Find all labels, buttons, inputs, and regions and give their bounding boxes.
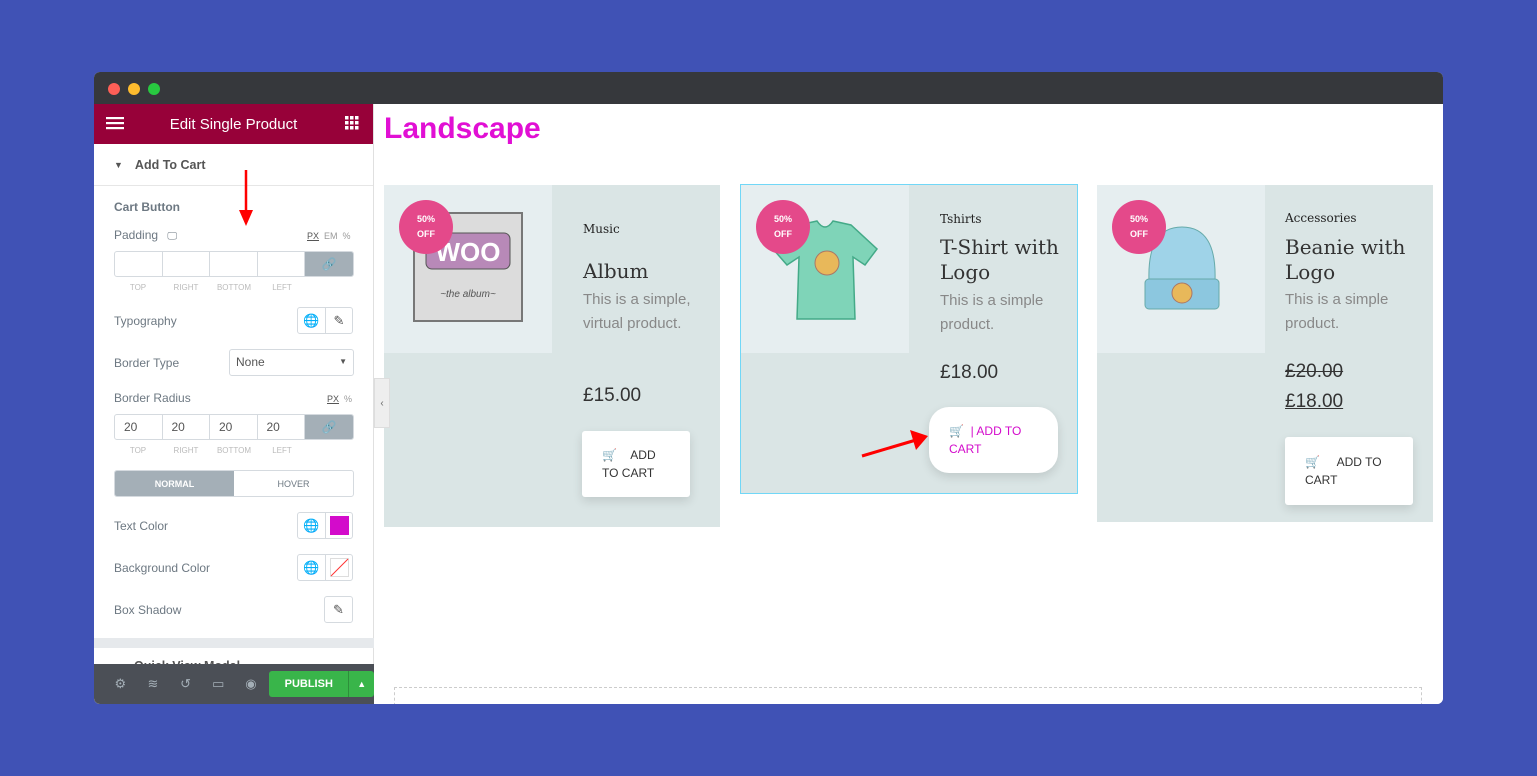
sidebar-header: Edit Single Product — [94, 104, 373, 144]
caret-down-icon: ▼ — [114, 159, 123, 170]
padding-right-input[interactable] — [163, 252, 210, 276]
close-dot[interactable] — [108, 83, 120, 95]
product-price: £15.00 — [583, 385, 642, 406]
chevron-down-icon: ▼ — [339, 357, 347, 366]
layers-icon[interactable]: ≋ — [137, 676, 170, 692]
sale-badge: 50% OFF — [1112, 200, 1166, 254]
link-values-icon[interactable]: 🔗 — [305, 415, 353, 439]
color-swatch[interactable] — [325, 513, 352, 538]
sale-badge: 50% OFF — [756, 200, 810, 254]
padding-labels: TOP RIGHT BOTTOM LEFT — [129, 283, 292, 292]
sale-badge: 50% OFF — [399, 200, 453, 254]
responsive-desktop-icon[interactable]: ▭ — [202, 676, 235, 692]
state-tabs: NORMAL HOVER — [114, 470, 354, 497]
product-description: This is a simple, virtual product. — [583, 291, 691, 332]
padding-left-input[interactable] — [258, 252, 305, 276]
globe-icon[interactable]: 🌐 — [298, 513, 325, 538]
background-color-label: Background Color — [114, 561, 211, 575]
pencil-edit-icon[interactable]: ✎ — [325, 308, 352, 333]
product-card: WOO ~the album~ 50% OFF Music Album This i… — [384, 185, 720, 527]
product-price: £18.00 — [940, 362, 999, 383]
padding-inputs: 🔗 — [114, 251, 354, 277]
unit-percent[interactable]: % — [343, 231, 351, 241]
minimize-dot[interactable] — [128, 83, 140, 95]
border-type-label: Border Type — [114, 356, 180, 370]
unit-px[interactable]: PX — [307, 231, 319, 241]
title-bar — [94, 72, 1443, 104]
publish-options-caret-icon[interactable]: ▲ — [348, 671, 375, 697]
page-heading: Landscape — [384, 112, 541, 145]
product-description: This is a simple product. — [940, 292, 1044, 333]
radius-right-input[interactable]: 20 — [163, 415, 210, 439]
sidebar-footer: ⚙ ≋ ↺ ▭ ◉ PUBLISH ▲ — [94, 664, 375, 704]
product-title[interactable]: T-Shirt with Logo — [940, 235, 1070, 285]
text-color-label: Text Color — [114, 519, 169, 533]
radius-top-input[interactable]: 20 — [115, 415, 163, 439]
typography-controls: 🌐 ✎ — [297, 307, 353, 334]
empty-color-swatch[interactable] — [325, 555, 352, 580]
product-category[interactable]: Music — [583, 222, 620, 236]
cart-button-heading: Cart Button — [114, 200, 180, 214]
add-section-dropzone[interactable] — [394, 687, 1422, 704]
cart-icon: 🛒 — [1305, 455, 1337, 469]
add-to-cart-button[interactable]: 🛒 | ADD TO CART — [929, 407, 1058, 473]
padding-bottom-input[interactable] — [210, 252, 258, 276]
sidebar-title: Edit Single Product — [169, 115, 298, 133]
preview-eye-icon[interactable]: ◉ — [235, 676, 268, 692]
unit-em[interactable]: EM — [324, 231, 338, 241]
tab-normal[interactable]: NORMAL — [115, 471, 234, 496]
add-to-cart-button[interactable]: 🛒 ADD TO CART — [1285, 437, 1413, 505]
product-description: This is a simple product. — [1285, 291, 1389, 332]
padding-units: PX EM % — [307, 231, 351, 241]
product-image[interactable]: 50% OFF — [741, 185, 909, 353]
globe-icon[interactable]: 🌐 — [298, 555, 325, 580]
border-radius-label: Border Radius — [114, 391, 191, 405]
editor-sidebar: Edit Single Product ▼ Add To Cart Cart Bu… — [94, 104, 375, 704]
background-color-controls: 🌐 — [297, 554, 353, 581]
product-price: £18.00 — [1285, 391, 1344, 412]
link-values-icon[interactable]: 🔗 — [305, 252, 353, 276]
svg-text:~the album~: ~the album~ — [440, 289, 496, 300]
globe-icon[interactable]: 🌐 — [298, 308, 325, 333]
desktop-icon[interactable]: 🖵 — [167, 231, 177, 242]
radius-labels: TOP RIGHT BOTTOM LEFT — [129, 446, 292, 455]
hamburger-menu-icon[interactable] — [106, 116, 124, 134]
box-shadow-label: Box Shadow — [114, 603, 182, 617]
red-arrow-down-icon — [239, 170, 253, 226]
cart-icon: 🛒 — [949, 424, 971, 438]
box-shadow-controls: ✎ — [324, 596, 353, 623]
maximize-dot[interactable] — [148, 83, 160, 95]
padding-top-input[interactable] — [115, 252, 163, 276]
product-image[interactable]: WOO ~the album~ 50% OFF — [384, 185, 552, 353]
typography-label: Typography — [114, 314, 177, 328]
product-category[interactable]: Accessories — [1285, 211, 1357, 225]
radius-bottom-input[interactable]: 20 — [210, 415, 258, 439]
settings-gear-icon[interactable]: ⚙ — [104, 676, 137, 692]
radius-left-input[interactable]: 20 — [258, 415, 305, 439]
border-radius-units: PX % — [327, 394, 353, 404]
pencil-edit-icon[interactable]: ✎ — [325, 597, 352, 622]
product-image[interactable]: 50% OFF — [1097, 185, 1265, 353]
product-old-price: £20.00 — [1285, 361, 1344, 382]
browser-window: Edit Single Product ▼ Add To Cart Cart Bu… — [94, 72, 1443, 704]
cart-icon: 🛒 — [602, 448, 631, 462]
page-canvas: Landscape WOO ~the album~ 50% OFF Music Al… — [374, 104, 1443, 704]
border-type-select[interactable]: None ▼ — [229, 349, 354, 376]
product-category[interactable]: Tshirts — [940, 212, 982, 226]
section-divider — [94, 638, 374, 648]
add-to-cart-button[interactable]: 🛒 ADD TO CART — [582, 431, 690, 497]
grid-apps-icon[interactable] — [345, 116, 359, 134]
collapse-sidebar-handle[interactable]: ‹ — [374, 378, 390, 428]
publish-button[interactable]: PUBLISH — [269, 671, 349, 697]
history-icon[interactable]: ↺ — [169, 676, 202, 692]
section-add-to-cart[interactable]: ▼ Add To Cart — [94, 144, 373, 186]
text-color-controls: 🌐 — [297, 512, 353, 539]
padding-label: Padding 🖵 — [114, 228, 178, 242]
tab-hover[interactable]: HOVER — [234, 471, 353, 496]
product-title[interactable]: Beanie with Logo — [1285, 235, 1415, 285]
border-radius-inputs: 20 20 20 20 🔗 — [114, 414, 354, 440]
red-arrow-right-icon — [861, 430, 928, 458]
product-title[interactable]: Album — [583, 259, 713, 284]
product-card: 50% OFF Accessories Beanie with Logo This… — [1097, 185, 1433, 522]
